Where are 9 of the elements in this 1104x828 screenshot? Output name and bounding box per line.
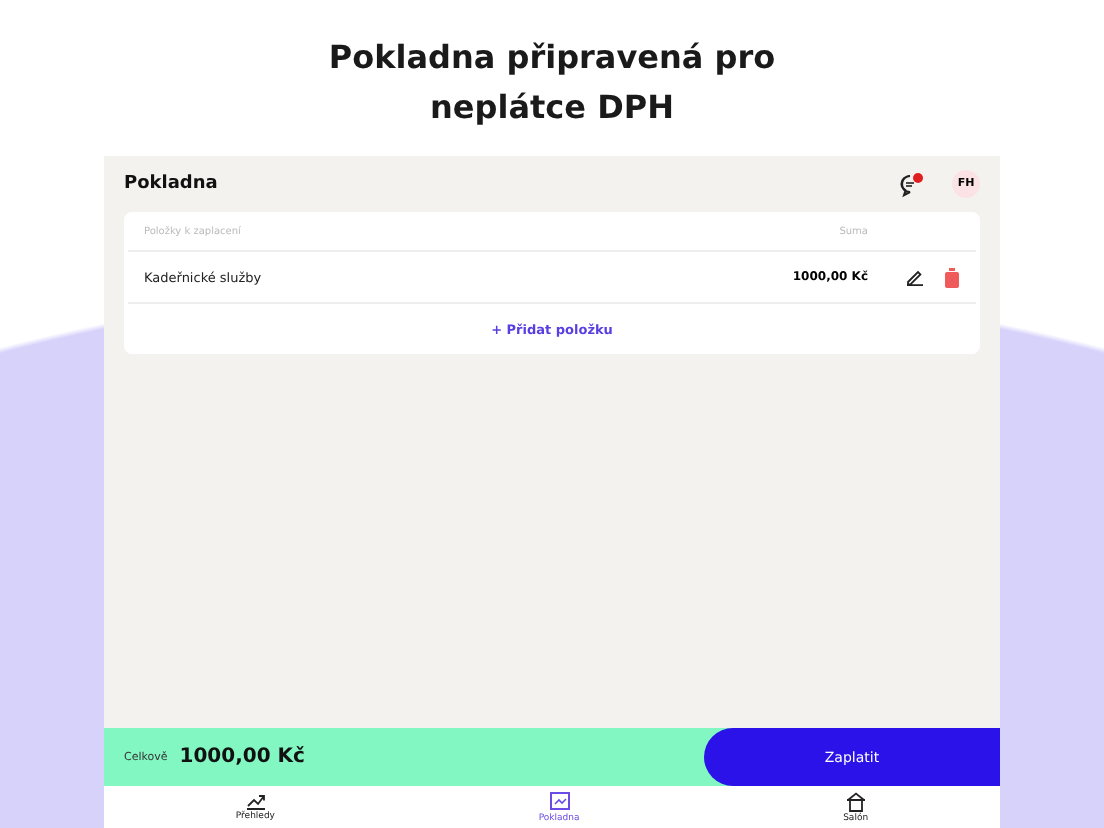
shop-icon <box>845 792 866 812</box>
trash-icon[interactable] <box>944 267 960 287</box>
headline: Pokladna připravená pro neplátce DPH <box>326 36 778 130</box>
receipt-icon <box>549 792 570 812</box>
total-value: 1000,00 Kč <box>179 746 305 768</box>
chart-icon <box>245 792 266 810</box>
pencil-icon[interactable] <box>906 268 924 286</box>
app-title: Pokladna <box>124 174 218 194</box>
chat-icon[interactable] <box>898 171 924 197</box>
